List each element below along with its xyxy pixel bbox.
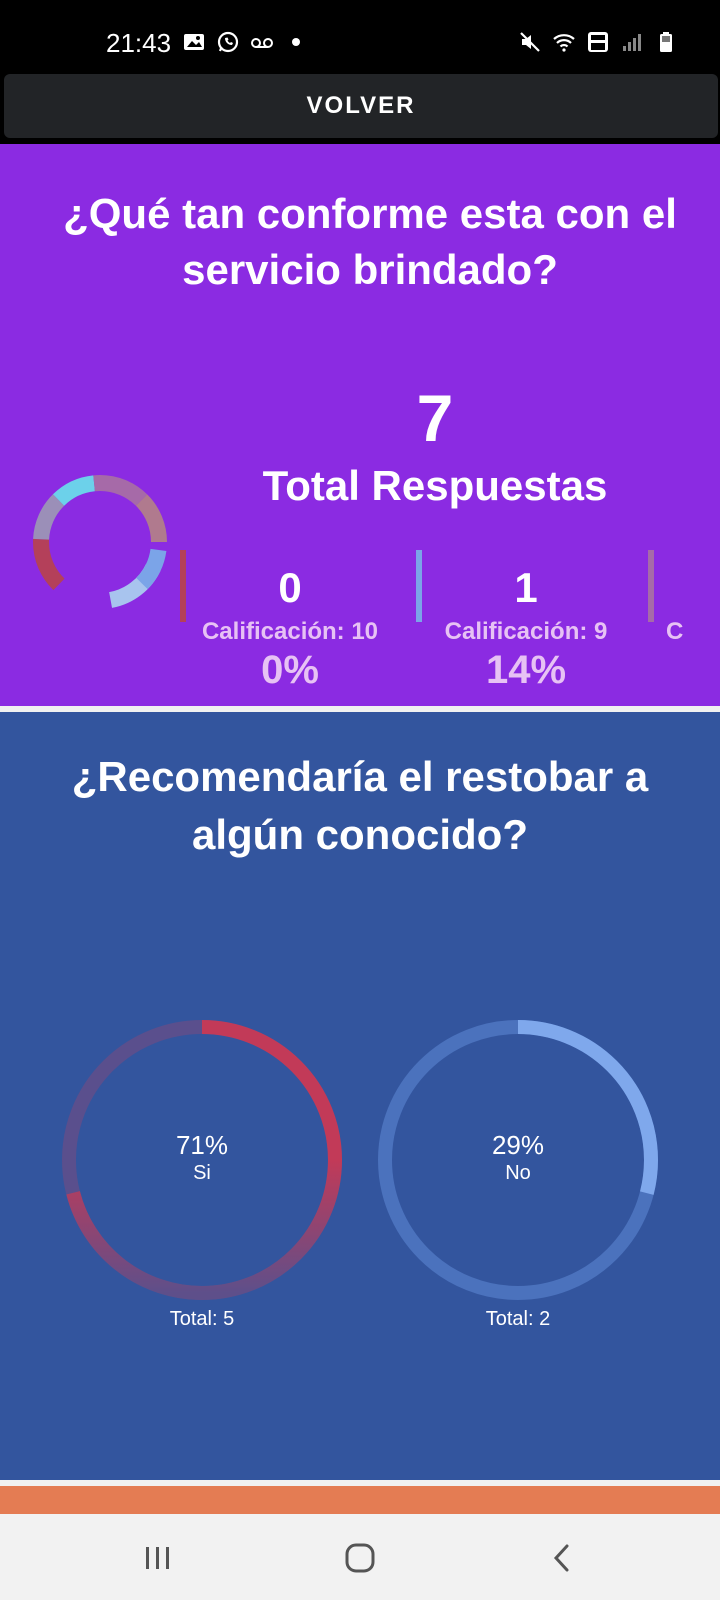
battery-icon [660, 32, 672, 52]
rating-label: Calificación: 9 [444, 618, 608, 645]
survey-question: ¿Qué tan conforme esta con el servicio b… [63, 190, 677, 293]
volte-4g-icon [588, 32, 608, 52]
rating-label: Calificación: 10 [201, 618, 379, 645]
back-icon [553, 1544, 569, 1572]
rating-item: 1 Calificación: 9 14% [416, 550, 636, 692]
answer-percent: 29% [491, 1130, 545, 1160]
answer-percent: 71% [175, 1130, 229, 1160]
rating-label: C [666, 618, 684, 645]
image-icon [184, 34, 204, 50]
home-button[interactable] [330, 1536, 390, 1580]
total-responses-label: Total Respuestas [262, 462, 608, 509]
survey-question: ¿Recomendaría el restobar a algún conoci… [71, 753, 649, 858]
ratings-donut-chart [33, 475, 167, 609]
status-left-icons [182, 30, 308, 54]
rating-percent: 0% [261, 648, 319, 692]
rating-count: 0 [278, 564, 302, 611]
answer-label: Si [193, 1162, 211, 1184]
total-responses-count: 7 [416, 381, 454, 455]
survey-card-conformidad: ¿Qué tan conforme esta con el servicio b… [0, 144, 720, 706]
recents-icon [146, 1547, 169, 1569]
signal-icon [623, 34, 641, 51]
whatsapp-icon [217, 31, 239, 53]
back-button[interactable] [532, 1536, 592, 1580]
rating-color-bar [648, 550, 654, 622]
answer-total: Total: 5 [169, 1308, 235, 1330]
volver-button[interactable]: VOLVER [4, 74, 718, 138]
rating-percent: 14% [485, 648, 567, 692]
status-right-icons [518, 30, 678, 54]
recents-button[interactable] [128, 1536, 188, 1580]
answer-label: No [505, 1162, 531, 1184]
status-bar: 21:43 [0, 0, 720, 70]
status-time: 21:43 [106, 28, 172, 58]
navigation-bar [0, 1514, 720, 1600]
home-icon [345, 1543, 375, 1573]
answer-total: Total: 2 [485, 1308, 551, 1330]
voicemail-icon [251, 38, 273, 48]
mute-icon [520, 32, 540, 52]
wifi-icon [553, 34, 575, 52]
rating-item: 0 Calificación: 10 0% [180, 550, 400, 692]
dot-icon [292, 38, 300, 46]
volver-bar: VOLVER [0, 70, 720, 144]
rating-item: C [648, 550, 720, 670]
next-survey-card [0, 1486, 720, 1514]
rating-count: 1 [514, 564, 538, 611]
survey-card-recomendacion: ¿Recomendaría el restobar a algún conoci… [0, 712, 720, 1480]
